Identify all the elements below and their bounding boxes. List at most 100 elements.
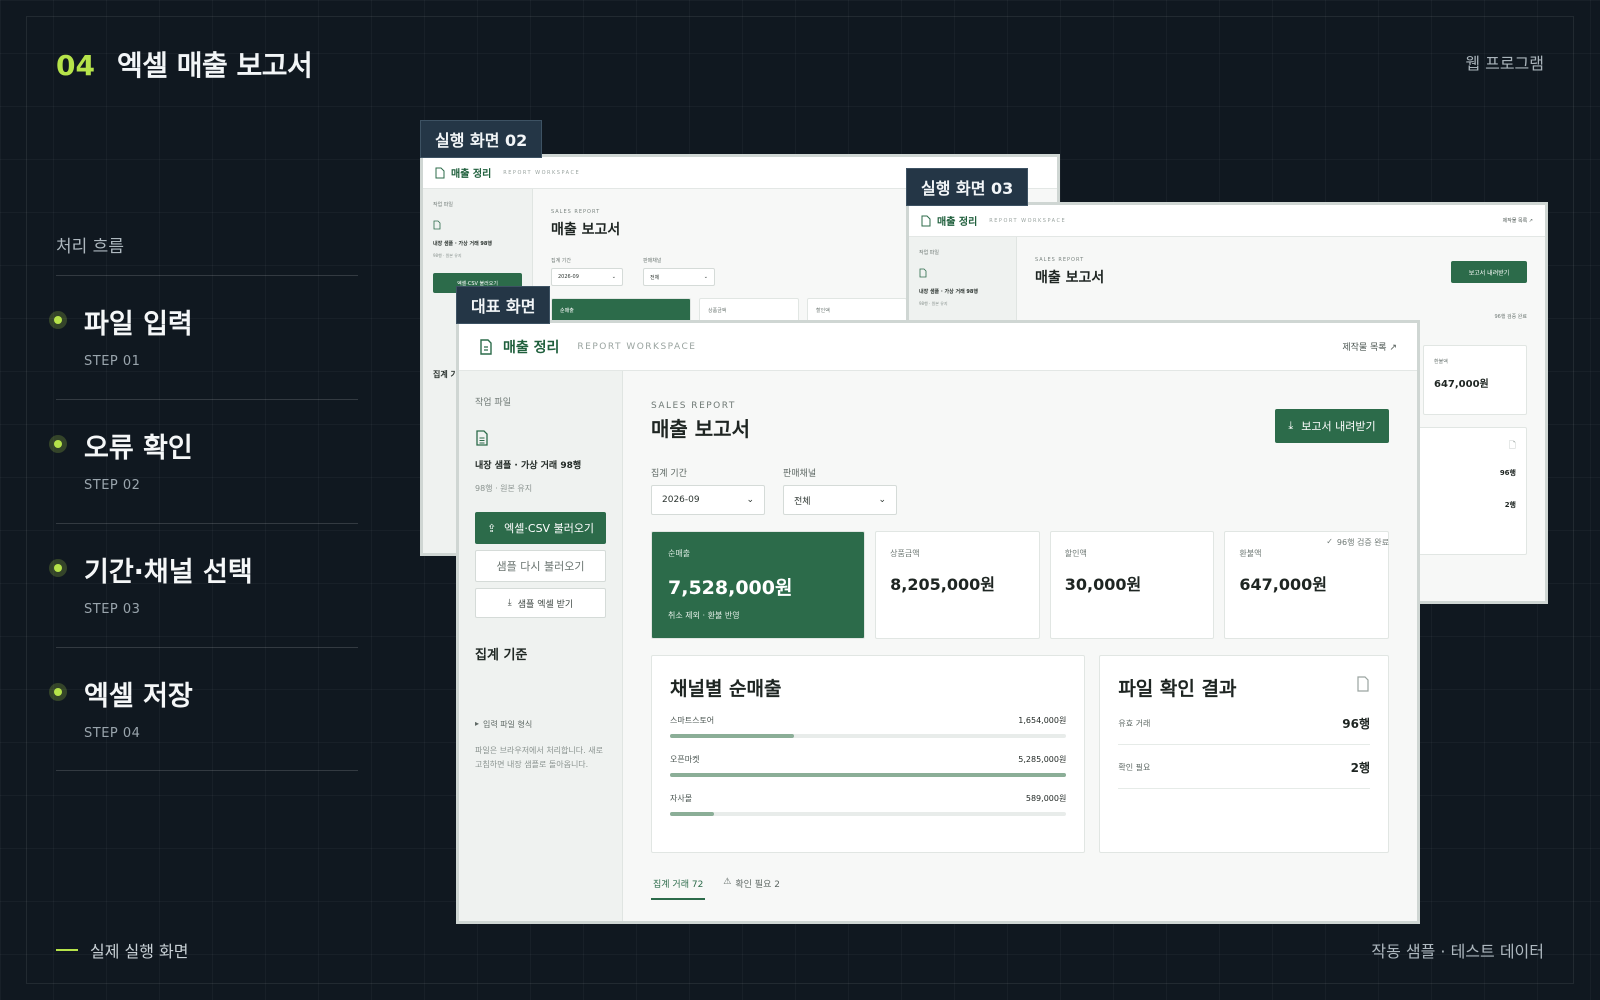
slide-title: 04 엑셀 매출 보고서 [56, 44, 313, 84]
screen2-period-select[interactable]: 2026-09 ⌄ [551, 268, 623, 286]
period-select[interactable]: 2026-09 ⌄ [651, 485, 765, 515]
download-sample-button[interactable]: ⤓ 샘플 엑셀 받기 [475, 588, 606, 618]
screen3-section-label: 작업 파일 [919, 250, 939, 256]
footer-right-text: 작동 샘플 · 테스트 데이터 [1371, 942, 1544, 961]
screen2-section-label: 작업 파일 [433, 202, 453, 208]
flow-step-1: 파일 입력 STEP 01 [49, 275, 358, 399]
channel-bar-track [670, 773, 1067, 777]
channel-name: 오픈마켓 [670, 755, 700, 764]
check-rows-label: 확인 필요 [1118, 763, 1151, 772]
chevron-down-icon: ⌄ [703, 274, 708, 280]
main-sidebar: 작업 파일 내장 샘플 · 가상 거래 98행 98행 · 원본 유지 ⇪ 엑셀… [459, 371, 623, 921]
valid-rows-row: 유효 거래 96행 [1118, 701, 1370, 745]
process-flow: 파일 입력 STEP 01 오류 확인 STEP 02 기간·채널 선택 STE… [49, 275, 358, 771]
chevron-down-icon: ⌄ [878, 495, 886, 505]
screen3-file-meta: 98행 · 원본 유지 [919, 301, 948, 306]
footer-accent-line [56, 949, 78, 951]
flow-step-number: STEP 01 [84, 354, 141, 369]
tab-needs-check[interactable]: ⚠ 확인 필요 2 [721, 877, 782, 900]
screen3-file-name: 내장 샘플 · 가상 거래 98행 [919, 289, 978, 295]
format-toggle[interactable]: ▸ 입력 파일 형식 [475, 719, 606, 730]
projects-link[interactable]: 제작물 목록 ↗ [1342, 340, 1397, 353]
channel-list: 스마트스토어 1,654,000원오픈마켓 5,285,000원자사몰 589,000… [670, 715, 1067, 816]
flow-step-title: 오류 확인 [84, 433, 193, 464]
screen2-period-label: 집계 기간 [551, 258, 571, 264]
kpi-label: 상품금액 [890, 549, 920, 558]
period-label: 집계 기간 [651, 469, 687, 479]
work-file-label: 작업 파일 [475, 398, 511, 408]
channel-row: 자사몰 589,000원 [670, 793, 1067, 816]
file-check-panel: 파일 확인 결과 유효 거래 96행 확인 필요 2행 [1099, 655, 1389, 853]
file-icon [433, 220, 441, 230]
step-dot-icon [49, 311, 67, 329]
tab-aggregated[interactable]: 집계 거래 72 [651, 877, 706, 900]
flow-heading: 처리 흐름 [56, 237, 124, 257]
chevron-down-icon: ⌄ [746, 495, 754, 505]
screen2-tag: 실행 화면 02 [420, 120, 543, 158]
tab-aggregated-label: 집계 거래 72 [653, 880, 704, 890]
reload-sample-button[interactable]: 샘플 다시 불러오기 [475, 550, 606, 582]
channel-bar-fill [670, 773, 1067, 777]
screen2-brand: 매출 정리 [435, 165, 491, 180]
screen3-brand-label: 매출 정리 [937, 217, 978, 228]
file-icon [919, 268, 927, 278]
screen2-channel-value: 전체 [650, 274, 660, 281]
channel-select[interactable]: 전체 ⌄ [783, 485, 897, 515]
kpi-net-sales: 순매출 7,528,000원 취소 제외 · 환불 반영 [651, 531, 866, 639]
screen2-channel-filter: 판매채널 전체 ⌄ [643, 257, 715, 286]
corner-tag: 웹 프로그램 [1465, 54, 1544, 73]
screen2-kpi-label: 할인액 [816, 308, 830, 314]
download-sample-label: 샘플 엑셀 받기 [517, 599, 574, 610]
channel-row: 오픈마켓 5,285,000원 [670, 754, 1067, 777]
check-icon: ✓ [1326, 537, 1333, 546]
channel-row-header: 자사몰 589,000원 [670, 793, 1066, 804]
caret-right-icon: ▸ [475, 719, 480, 728]
channel-value: 589,000원 [1025, 794, 1067, 803]
screen3-kpi-label: 환불액 [1434, 359, 1448, 365]
upload-button-label: 엑셀·CSV 불러오기 [504, 522, 595, 535]
screen2-channel-label: 판매채널 [643, 258, 662, 264]
step-dot-icon [49, 559, 67, 577]
chevron-down-icon: ⌄ [611, 274, 616, 280]
screen2-channel-select[interactable]: 전체 ⌄ [643, 268, 715, 286]
screen2-brand-label: 매출 정리 [451, 169, 492, 180]
kpi-discount: 할인액 30,000원 [1049, 531, 1215, 639]
step-dot-icon [49, 435, 67, 453]
screen3-download-button[interactable]: 보고서 내려받기 [1451, 261, 1527, 283]
period-filter: 집계 기간 2026-09 ⌄ [651, 466, 765, 515]
channel-row-header: 스마트스토어 1,654,000원 [670, 715, 1066, 726]
screen3-topbar: 매출 정리 REPORT WORKSPACE 제작물 목록 ↗ [909, 205, 1545, 237]
channel-name: 자사몰 [670, 794, 693, 803]
screen3-kpi-refund: 환불액 647,000원 [1423, 345, 1527, 415]
screen3-valid-count: 96행 [1499, 469, 1516, 477]
download-report-label: 보고서 내려받기 [1301, 420, 1376, 433]
tab-needs-check-label: 확인 필요 2 [735, 880, 780, 890]
channel-bar-fill [670, 734, 795, 738]
verified-label: 96행 검증 완료 [1336, 538, 1389, 547]
flow-step-number: STEP 02 [84, 478, 141, 493]
channel-bar-track [670, 734, 1067, 738]
slide-heading: 엑셀 매출 보고서 [116, 49, 313, 82]
main-topbar: 매출 정리 REPORT WORKSPACE 제작물 목록 ↗ [459, 323, 1417, 371]
verified-status: ✓ 96행 검증 완료 [1326, 537, 1389, 548]
flow-step-2: 오류 확인 STEP 02 [49, 399, 358, 523]
main-window: 매출 정리 REPORT WORKSPACE 제작물 목록 ↗ 작업 파일 내장… [456, 320, 1420, 924]
table-tabs: 집계 거래 72 ⚠ 확인 필요 2 [651, 877, 1389, 900]
screen3-check-count: 2행 [1504, 501, 1516, 509]
check-rows-value: 2행 [1350, 761, 1370, 775]
main-content: SALES REPORT 매출 보고서 ⤓ 보고서 내려받기 집계 기간 202… [623, 371, 1417, 921]
warning-icon: ⚠ [723, 877, 732, 887]
download-report-button[interactable]: ⤓ 보고서 내려받기 [1275, 409, 1389, 443]
screen2-file-name: 내장 샘플 · 가상 거래 98행 [433, 241, 492, 247]
kpi-goods-amount: 상품금액 8,205,000원 [875, 531, 1040, 639]
main-brand: 매출 정리 [479, 337, 559, 357]
screen3-verified: 96행 검증 완료 [1494, 314, 1527, 320]
download-icon: ⤓ [1288, 419, 1294, 432]
reload-sample-label: 샘플 다시 불러오기 [496, 560, 585, 573]
channel-row-header: 오픈마켓 5,285,000원 [670, 754, 1066, 765]
upload-button[interactable]: ⇪ 엑셀·CSV 불러오기 [475, 512, 606, 544]
screen3-top-link[interactable]: 제작물 목록 ↗ [1503, 217, 1533, 224]
upload-icon: ⇪ [486, 521, 497, 535]
screen3-workspace: REPORT WORKSPACE [989, 217, 1067, 224]
kpi-label: 순매출 [668, 549, 691, 558]
